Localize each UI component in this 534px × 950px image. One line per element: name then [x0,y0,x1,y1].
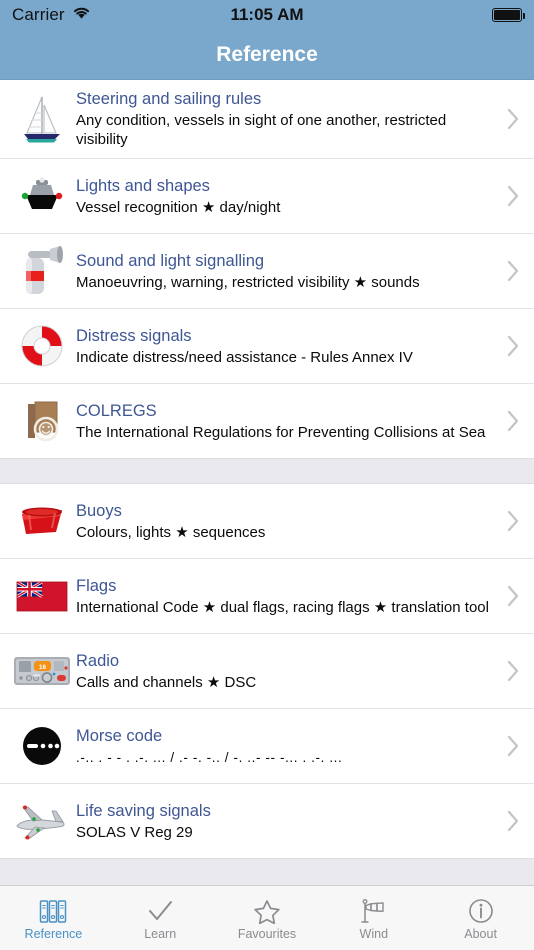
list-item-title: Sound and light signalling [76,251,265,270]
list-item-text: Steering and sailing rules Any condition… [76,89,502,149]
section-separator [0,458,534,484]
chevron-right-icon [502,810,524,832]
list-item-title: Steering and sailing rules [76,90,262,108]
tab-bar: Reference Learn Favourites Wind About [0,885,534,950]
list-footer-space [0,858,534,885]
wifi-icon [72,6,91,25]
chevron-right-icon [502,585,524,607]
tab-learn[interactable]: Learn [107,886,214,950]
list-section-aids: Buoys Colours, lights ★ sequences Flags … [0,484,534,858]
info-circle-icon [466,896,496,924]
list-section-rules: Steering and sailing rules Any condition… [0,80,534,458]
chevron-right-icon [502,185,524,207]
list-item-subtitle: Vessel recognition ★ day/night [76,198,281,216]
list-item-subtitle: Any condition, vessels in sight of one a… [76,112,447,148]
navigation-bar: Reference [0,30,534,80]
list-item-text: Distress signals Indicate distress/need … [76,326,502,367]
carrier-label: Carrier [12,5,65,24]
app-screen: Carrier 11:05 AM Reference Steering and … [0,0,534,950]
vhf-radio-icon: 16 [8,643,76,699]
page-title: Reference [216,42,318,66]
tab-label: Learn [144,926,177,941]
list-item-text: Buoys Colours, lights ★ sequences [76,501,502,542]
list-item-title: COLREGS [76,401,157,420]
air-horn-icon [8,243,76,299]
list-item-subtitle: SOLAS V Reg 29 [76,823,193,841]
list-item-text: Morse code .-.. . - - . .-. ... / .- -. … [76,726,502,767]
list-item-subtitle: The International Regulations for Preven… [76,423,486,441]
list-item[interactable]: Morse code .-.. . - - . .-. ... / .- -. … [0,708,534,783]
list-item-subtitle: .-.. . - - . .-. ... / .- -. -.. / -. ..… [76,749,343,765]
list-item-text: Sound and light signalling Manoeuvring, … [76,251,502,292]
svg-text:16: 16 [39,664,47,671]
chevron-right-icon [502,410,524,432]
star-outline-icon [252,896,282,924]
tab-about[interactable]: About [427,886,534,950]
checkmark-icon [145,896,175,924]
list-item[interactable]: 16 Radio Calls and channels ★ DSC [0,633,534,708]
list-item-subtitle: Indicate distress/need assistance - Rule… [76,348,413,366]
tab-wind[interactable]: Wind [320,886,427,950]
tab-reference[interactable]: Reference [0,886,107,950]
list-item[interactable]: Flags International Code ★ dual flags, r… [0,558,534,633]
list-item-title: Flags [76,576,117,595]
list-item-title: Lights and shapes [76,176,210,195]
chevron-right-icon [502,510,524,532]
list-item-title: Radio [76,651,120,670]
list-item-text: Life saving signals SOLAS V Reg 29 [76,801,502,842]
list-item-title: Buoys [76,501,122,520]
vessel-bow-lights-icon [8,168,76,224]
morse-disc-icon [8,718,76,774]
chevron-right-icon [502,260,524,282]
status-bar: Carrier 11:05 AM [0,0,534,30]
list-item-subtitle: Colours, lights ★ sequences [76,523,266,541]
tab-label: About [464,926,497,941]
can-buoy-icon [8,493,76,549]
list-item-text: Radio Calls and channels ★ DSC [76,651,502,692]
tab-label: Wind [359,926,389,941]
battery-full-icon [492,8,525,22]
lifebuoy-icon [8,318,76,374]
rulebook-icon [8,393,76,449]
list-item-subtitle: Manoeuvring, warning, restricted visibil… [76,273,420,291]
status-bar-right [492,8,525,22]
list-item[interactable]: Lights and shapes Vessel recognition ★ d… [0,158,534,233]
list-item-subtitle: International Code ★ dual flags, racing … [76,598,489,616]
aeroplane-icon [8,793,76,849]
list-item[interactable]: Steering and sailing rules Any condition… [0,80,534,158]
list-item[interactable]: Distress signals Indicate distress/need … [0,308,534,383]
status-bar-left: Carrier [12,5,91,25]
reference-list[interactable]: Steering and sailing rules Any condition… [0,80,534,885]
list-item[interactable]: Buoys Colours, lights ★ sequences [0,484,534,558]
list-item-text: Lights and shapes Vessel recognition ★ d… [76,176,502,217]
list-item[interactable]: Sound and light signalling Manoeuvring, … [0,233,534,308]
binders-icon [38,896,68,924]
list-item-subtitle: Calls and channels ★ DSC [76,673,257,691]
chevron-right-icon [502,735,524,757]
chevron-right-icon [502,108,524,130]
list-item-text: Flags International Code ★ dual flags, r… [76,576,502,617]
tab-label: Reference [24,926,83,941]
list-item-title: Life saving signals [76,801,211,820]
list-item-text: COLREGS The International Regulations fo… [76,401,502,442]
list-item[interactable]: Life saving signals SOLAS V Reg 29 [0,783,534,858]
tab-label: Favourites [237,926,297,941]
windsock-icon [359,896,389,924]
chevron-right-icon [502,335,524,357]
list-item-title: Distress signals [76,326,192,345]
chevron-right-icon [502,660,524,682]
list-item[interactable]: COLREGS The International Regulations fo… [0,383,534,458]
red-ensign-flag-icon [8,568,76,624]
sailboat-icon [8,91,76,147]
tab-favourites[interactable]: Favourites [214,886,321,950]
list-item-title: Morse code [76,726,163,745]
